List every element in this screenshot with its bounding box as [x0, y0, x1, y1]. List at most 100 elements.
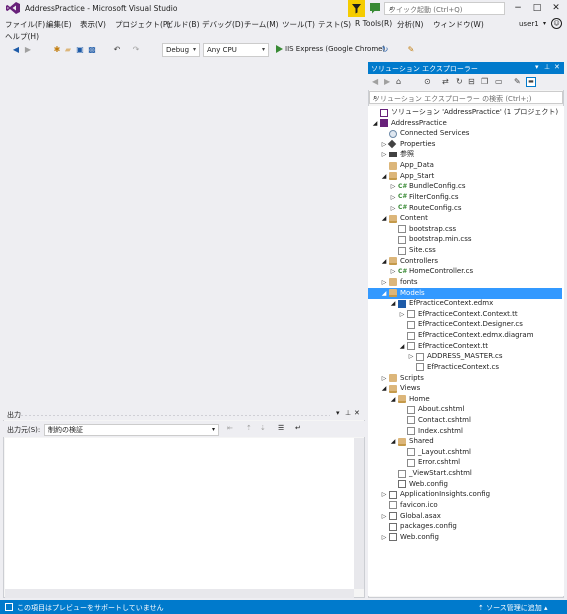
menu-edit[interactable]: 編集(E)	[46, 19, 72, 30]
output-panel-grip[interactable]	[20, 414, 330, 417]
tree-item[interactable]: ▷ Properties	[368, 139, 562, 150]
output-horizontal-scrollbar[interactable]	[5, 589, 354, 598]
tree-item[interactable]: favicon.ico	[368, 500, 562, 511]
tree-item[interactable]: _ViewStart.cshtml	[368, 468, 562, 479]
solution-explorer-search-input[interactable]: ソリューション エクスプローラー の検索 (Ctrl+;) ⌕	[369, 91, 563, 104]
expanded-arrow-icon[interactable]: ◢	[389, 436, 397, 447]
collapsed-arrow-icon[interactable]: ▷	[389, 203, 397, 214]
menu-test[interactable]: テスト(S)	[318, 19, 351, 30]
feedback-smiley-icon[interactable]: ☺	[551, 18, 562, 29]
tree-item[interactable]: packages.config	[368, 521, 562, 532]
output-text-area[interactable]	[5, 438, 354, 589]
menu-window[interactable]: ウィンドウ(W)	[433, 19, 484, 30]
clear-all-icon[interactable]: ☰	[278, 424, 284, 432]
back-icon[interactable]: ◀	[372, 77, 378, 86]
collapsed-arrow-icon[interactable]: ▷	[398, 309, 406, 320]
menu-view[interactable]: 表示(V)	[80, 19, 106, 30]
open-folder-icon[interactable]: ▰	[63, 44, 73, 56]
sync-icon[interactable]: ⇄	[442, 77, 449, 86]
tree-item[interactable]: ▷ ADDRESS_MASTER.cs	[368, 351, 562, 362]
solution-configuration-select[interactable]: Debug ▾	[162, 43, 200, 57]
expanded-arrow-icon[interactable]: ◢	[380, 288, 388, 299]
word-wrap-icon[interactable]: ↵	[295, 424, 301, 432]
expanded-arrow-icon[interactable]: ◢	[389, 298, 397, 309]
expanded-arrow-icon[interactable]: ◢	[389, 394, 397, 405]
preview-selected-items-icon[interactable]: ▬	[526, 77, 536, 87]
pending-changes-filter-icon[interactable]: ⊙	[424, 77, 431, 86]
tree-item[interactable]: ◢ EfPracticeContext.tt	[368, 341, 562, 352]
redo-icon[interactable]: ↷	[131, 44, 141, 56]
minimize-button[interactable]: −	[509, 1, 527, 15]
window-position-icon[interactable]: ▾	[336, 409, 340, 417]
forward-icon[interactable]: ▶	[384, 77, 390, 86]
next-message-icon[interactable]: ⇣	[260, 424, 266, 432]
save-icon[interactable]: ▣	[75, 44, 85, 56]
quick-launch-input[interactable]: クイック起動 (Ctrl+Q) ⌕	[384, 2, 505, 15]
close-button[interactable]: ✕	[547, 1, 565, 15]
refresh-icon[interactable]: ↻	[456, 77, 463, 86]
window-position-icon[interactable]: ▾	[535, 63, 539, 71]
browser-link-icon[interactable]: ✎	[406, 44, 416, 56]
add-to-source-control-button[interactable]: ⇡ ソース管理に追加 ▴	[478, 603, 548, 613]
tree-item[interactable]: ▷ EfPracticeContext.Context.tt	[368, 309, 562, 320]
menu-debug[interactable]: デバッグ(D)	[202, 19, 244, 30]
collapsed-arrow-icon[interactable]: ▷	[380, 489, 388, 500]
tree-item[interactable]: ◢ Views	[368, 383, 562, 394]
collapsed-arrow-icon[interactable]: ▷	[380, 511, 388, 522]
tree-item[interactable]: EfPracticeContext.edmx.diagram	[368, 330, 562, 341]
output-vertical-scrollbar[interactable]	[354, 438, 364, 589]
tree-item[interactable]: ▷ Web.config	[368, 532, 562, 543]
expanded-arrow-icon[interactable]: ◢	[380, 213, 388, 224]
save-all-icon[interactable]: ▩	[87, 44, 97, 56]
menu-file[interactable]: ファイル(F)	[5, 19, 45, 30]
tree-item[interactable]: About.cshtml	[368, 404, 562, 415]
solution-platform-select[interactable]: Any CPU ▾	[203, 43, 269, 57]
tree-item[interactable]: ▷ C# BundleConfig.cs	[368, 181, 562, 192]
tree-item[interactable]: ◢ Home	[368, 394, 562, 405]
feedback-icon[interactable]	[369, 2, 381, 14]
tree-item[interactable]: ▷ 参照	[368, 149, 562, 160]
collapsed-arrow-icon[interactable]: ▷	[380, 139, 388, 150]
expanded-arrow-icon[interactable]: ◢	[380, 171, 388, 182]
tree-item[interactable]: Error.cshtml	[368, 457, 562, 468]
close-icon[interactable]: ✕	[354, 409, 360, 417]
menu-build[interactable]: ビルド(B)	[166, 19, 200, 30]
tree-item[interactable]: Index.cshtml	[368, 426, 562, 437]
collapsed-arrow-icon[interactable]: ▷	[380, 149, 388, 160]
home-icon[interactable]: ⌂	[396, 77, 401, 86]
forward-icon[interactable]: ▶	[23, 44, 33, 56]
start-debugging-button[interactable]: IIS Express (Google Chrome)	[285, 45, 385, 53]
menu-tools[interactable]: ツール(T)	[282, 19, 315, 30]
tree-item[interactable]: ◢ EfPracticeContext.edmx	[368, 298, 562, 309]
tree-item[interactable]: ▷ C# RouteConfig.cs	[368, 203, 562, 214]
collapsed-arrow-icon[interactable]: ▷	[407, 351, 415, 362]
expanded-arrow-icon[interactable]: ◢	[380, 383, 388, 394]
tree-item[interactable]: App_Data	[368, 160, 562, 171]
notifications-filter-icon[interactable]	[348, 0, 365, 17]
output-source-select[interactable]: 制約の検証 ▾	[44, 424, 219, 436]
close-icon[interactable]: ✕	[554, 63, 560, 71]
start-debugging-icon[interactable]	[276, 45, 283, 53]
back-icon[interactable]: ◀	[11, 44, 21, 56]
menu-team[interactable]: チーム(M)	[244, 19, 279, 30]
tree-item[interactable]: EfPracticeContext.cs	[368, 362, 562, 373]
tree-item[interactable]: Site.css	[368, 245, 562, 256]
expanded-arrow-icon[interactable]: ◢	[380, 256, 388, 267]
menu-rtools[interactable]: R Tools(R)	[355, 19, 392, 28]
previous-message-icon[interactable]: ⇡	[246, 424, 252, 432]
tree-item[interactable]: ◢ Models	[368, 287, 562, 299]
tree-item[interactable]: bootstrap.css	[368, 224, 562, 235]
view-code-icon[interactable]: ▭	[495, 77, 503, 86]
menu-analyze[interactable]: 分析(N)	[397, 19, 423, 30]
collapsed-arrow-icon[interactable]: ▷	[380, 532, 388, 543]
tree-item[interactable]: Web.config	[368, 479, 562, 490]
new-project-icon[interactable]: ✱	[52, 44, 62, 56]
tree-item[interactable]: Connected Services	[368, 128, 562, 139]
tree-item[interactable]: ◢ Content	[368, 213, 562, 224]
tree-item[interactable]: ◢ Controllers	[368, 256, 562, 267]
tree-item[interactable]: ◢ AddressPractice	[368, 118, 562, 129]
tree-item[interactable]: ▷ fonts	[368, 277, 562, 288]
user-account[interactable]: user1	[519, 20, 539, 28]
maximize-button[interactable]: □	[528, 1, 546, 15]
pin-icon[interactable]: ⊥	[345, 409, 351, 417]
